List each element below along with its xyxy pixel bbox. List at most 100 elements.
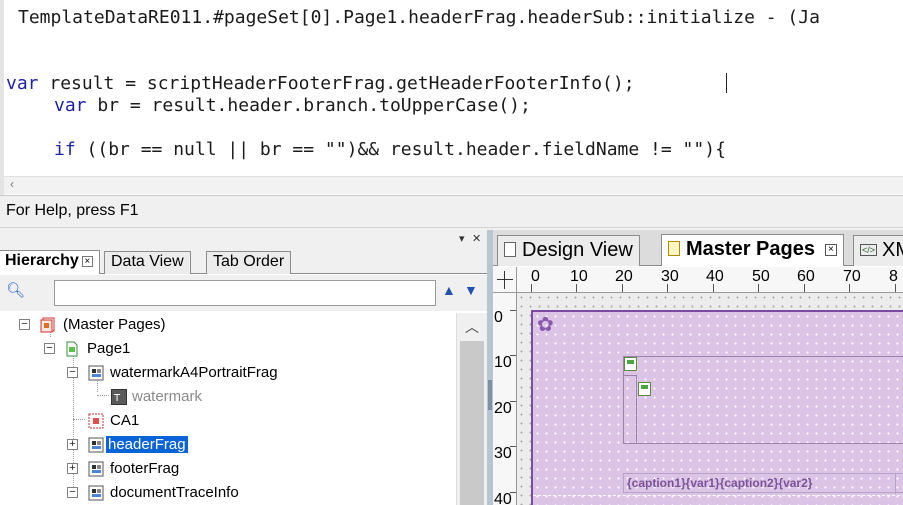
ruler-tick bbox=[531, 284, 532, 292]
tree-node-footer-frag[interactable]: + footerFrag bbox=[0, 458, 456, 480]
expand-icon[interactable]: + bbox=[67, 463, 78, 474]
ruler-corner[interactable] bbox=[493, 267, 517, 293]
master-page[interactable]: ✿ {caption1}{var1}{caption2}{var2} bbox=[531, 310, 903, 505]
hierarchy-panel: ▾ ✕ Hierarchy × Data View Tab Order 🔍︎ ▲ … bbox=[0, 230, 487, 505]
panel-close-icon[interactable]: ✕ bbox=[472, 232, 481, 245]
tree-node-watermark-frag[interactable]: − watermarkA4PortraitFrag bbox=[0, 362, 456, 384]
crosshair-icon bbox=[497, 279, 513, 280]
collapse-icon[interactable]: − bbox=[67, 367, 78, 378]
ruler-tick bbox=[510, 355, 516, 356]
arrow-up-icon[interactable]: ▲ bbox=[442, 282, 456, 298]
text-caret bbox=[726, 73, 727, 93]
content-area-icon bbox=[88, 413, 104, 429]
arrow-down-icon[interactable]: ▼ bbox=[464, 282, 478, 298]
tab-label: Data View bbox=[111, 253, 184, 270]
tab-label: Design View bbox=[522, 239, 633, 261]
tab-design-view[interactable]: Design View bbox=[497, 235, 640, 266]
ruler-tick bbox=[758, 284, 759, 292]
tab-xml-source[interactable]: </> XM bbox=[853, 235, 903, 266]
design-canvas[interactable]: ✿ {caption1}{var1}{caption2}{var2} bbox=[517, 293, 903, 505]
chevron-up-icon[interactable]: ︿ bbox=[465, 317, 479, 337]
horizontal-ruler: 0 10 20 30 40 50 60 70 8 bbox=[517, 267, 903, 293]
hierarchy-tree[interactable]: − (Master Pages) − Page1 − watermarkA4Po… bbox=[0, 313, 456, 505]
subform-icon bbox=[88, 365, 104, 381]
master-pages-icon bbox=[40, 317, 56, 333]
tab-label: Tab Order bbox=[213, 253, 285, 270]
ruler-label: 20 bbox=[494, 400, 512, 417]
ruler-label: 40 bbox=[706, 268, 724, 285]
ruler-tick bbox=[713, 284, 714, 292]
header-frag-box[interactable] bbox=[623, 356, 903, 444]
tab-close-icon[interactable]: × bbox=[824, 244, 837, 256]
page-margin-line bbox=[533, 495, 903, 496]
flower-icon[interactable]: ✿ bbox=[537, 315, 554, 335]
crosshair-icon bbox=[504, 271, 505, 289]
ruler-label: 50 bbox=[752, 268, 770, 285]
tree-vertical-scrollbar[interactable]: ︿ bbox=[456, 313, 487, 505]
ruler-label: 0 bbox=[494, 309, 503, 326]
subform-icon bbox=[88, 437, 104, 453]
xml-icon: </> bbox=[860, 244, 878, 256]
collapse-icon[interactable]: − bbox=[44, 343, 55, 354]
tab-data-view[interactable]: Data View bbox=[104, 251, 191, 274]
caption-field[interactable]: {caption1}{var1}{caption2}{var2} bbox=[623, 473, 903, 494]
code-keyword: var bbox=[6, 73, 39, 94]
search-input[interactable] bbox=[54, 280, 436, 306]
ruler-tick bbox=[510, 492, 516, 493]
tab-hierarchy[interactable]: Hierarchy × bbox=[0, 250, 100, 274]
page-icon bbox=[64, 341, 80, 357]
page-icon bbox=[668, 241, 680, 256]
design-tab-strip: Design View Master Pages × </> XM bbox=[493, 230, 903, 266]
code-text: ((br == null || br == "")&& result.heade… bbox=[75, 139, 726, 160]
ruler-tick bbox=[895, 284, 896, 292]
tree-node-page1[interactable]: − Page1 bbox=[0, 338, 456, 360]
search-icon[interactable]: 🔍︎ bbox=[6, 281, 25, 299]
code-line-if[interactable]: if ((br == null || br == "")&& result.he… bbox=[54, 139, 726, 161]
fragment-icon[interactable] bbox=[638, 382, 651, 396]
tree-node-ca1[interactable]: CA1 bbox=[0, 410, 456, 432]
panel-title-bar: ▾ ✕ bbox=[0, 230, 487, 250]
ruler-label: 8 bbox=[889, 268, 898, 285]
status-bar: For Help, press F1 bbox=[0, 196, 903, 228]
code-line-br[interactable]: var br = result.header.branch.toUpperCas… bbox=[54, 95, 531, 117]
code-text: result = scriptHeaderFooterFrag.getHeade… bbox=[38, 73, 635, 94]
ruler-tick bbox=[510, 446, 516, 447]
editor-horizontal-scrollbar[interactable]: ‹ bbox=[4, 176, 903, 194]
ruler-tick bbox=[804, 284, 805, 292]
code-line-result[interactable]: var result = scriptHeaderFooterFrag.getH… bbox=[6, 73, 635, 95]
tab-label: Hierarchy bbox=[5, 252, 79, 269]
script-editor[interactable]: TemplateDataRE011.#pageSet[0].Page1.head… bbox=[0, 0, 903, 196]
collapse-icon[interactable]: − bbox=[67, 487, 78, 498]
code-keyword: var bbox=[54, 95, 87, 116]
tree-node-document-trace-info[interactable]: − documentTraceInfo bbox=[0, 482, 456, 504]
script-header-line: TemplateDataRE011.#pageSet[0].Page1.head… bbox=[18, 7, 820, 28]
tab-master-pages[interactable]: Master Pages × bbox=[661, 234, 844, 266]
tree-node-header-frag[interactable]: + headerFrag bbox=[0, 434, 456, 456]
tree-node-master-pages[interactable]: − (Master Pages) bbox=[0, 314, 456, 336]
scroll-left-icon[interactable]: ‹ bbox=[10, 177, 14, 191]
tree-node-label: (Master Pages) bbox=[63, 316, 166, 333]
tree-node-label: watermark bbox=[132, 388, 203, 405]
splitter-grip[interactable] bbox=[488, 380, 492, 410]
subform-icon bbox=[88, 485, 104, 501]
panel-menu-icon[interactable]: ▾ bbox=[459, 232, 465, 245]
ruler-tick bbox=[510, 401, 516, 402]
ruler-tick bbox=[510, 310, 516, 311]
text-field-icon: T bbox=[111, 389, 127, 405]
caption-text: {caption1}{var1}{caption2}{var2} bbox=[627, 476, 813, 490]
panel-tab-strip: Hierarchy × Data View Tab Order bbox=[0, 250, 487, 274]
ruler-label: 30 bbox=[661, 268, 679, 285]
tab-close-icon[interactable]: × bbox=[81, 256, 93, 267]
tab-tab-order[interactable]: Tab Order bbox=[206, 251, 292, 274]
header-sub-box[interactable] bbox=[623, 375, 637, 444]
design-panel: Design View Master Pages × </> XM 0 10 20 … bbox=[493, 230, 903, 505]
tab-label: XM bbox=[882, 239, 903, 261]
scrollbar-thumb[interactable] bbox=[460, 341, 484, 505]
expand-icon[interactable]: + bbox=[67, 439, 78, 450]
tree-node-watermark[interactable]: T watermark bbox=[0, 386, 456, 408]
tree-node-label: documentTraceInfo bbox=[110, 484, 239, 501]
collapse-icon[interactable]: − bbox=[19, 319, 30, 330]
fragment-icon[interactable] bbox=[624, 357, 637, 371]
editor-gutter bbox=[0, 0, 4, 195]
ruler-label: 70 bbox=[843, 268, 861, 285]
